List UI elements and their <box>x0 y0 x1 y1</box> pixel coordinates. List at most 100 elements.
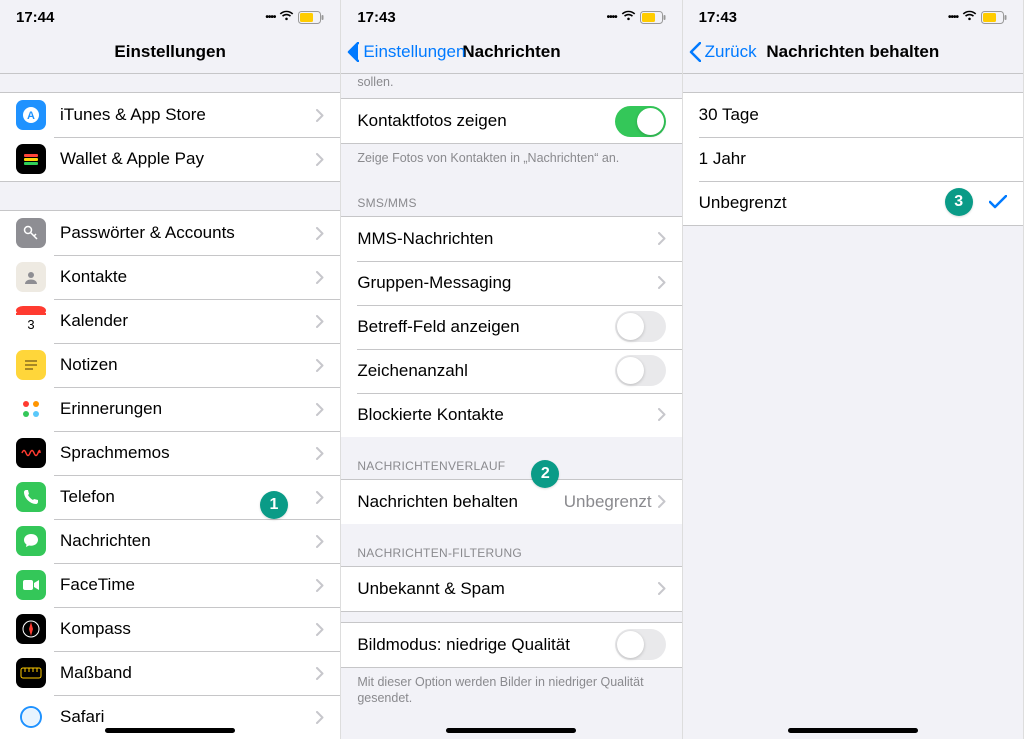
settings-row[interactable]: Gruppen-Messaging <box>341 261 681 305</box>
step-badge-3: 3 <box>945 188 973 216</box>
row-label: Wallet & Apple Pay <box>60 149 316 169</box>
nav-back-button[interactable]: Zurück <box>683 42 757 62</box>
row-label: Betreff-Feld anzeigen <box>357 317 614 337</box>
wifi-icon <box>621 9 636 26</box>
wallet-icon <box>16 144 46 174</box>
msg-icon <box>16 526 46 556</box>
chevron-right-icon <box>316 227 324 240</box>
settings-row[interactable]: MMS-Nachrichten <box>341 217 681 261</box>
group-footer: Zeige Fotos von Kontakten in „Nachrichte… <box>341 144 681 174</box>
row-label: Nachrichten behalten <box>357 492 563 512</box>
settings-row[interactable]: Wallet & Apple Pay <box>0 137 340 181</box>
signal-icon: •••• <box>265 12 275 23</box>
row-label: Bildmodus: niedrige Qualität <box>357 635 614 655</box>
settings-row[interactable]: Maßband <box>0 651 340 695</box>
notes-icon <box>16 350 46 380</box>
chevron-right-icon <box>658 582 666 595</box>
screen-settings-root: 17:44 •••• Einstellungen AiTunes & App S… <box>0 0 341 739</box>
wifi-icon <box>962 9 977 26</box>
measure-icon <box>16 658 46 688</box>
row-label: Passwörter & Accounts <box>60 223 316 243</box>
home-indicator[interactable] <box>788 728 918 733</box>
chevron-right-icon <box>658 276 666 289</box>
phone-icon <box>16 482 46 512</box>
toggle[interactable] <box>615 355 666 386</box>
row-label: Notizen <box>60 355 316 375</box>
ft-icon <box>16 570 46 600</box>
status-right: •••• <box>265 9 324 26</box>
home-indicator[interactable] <box>446 728 576 733</box>
option-row[interactable]: 30 Tage <box>683 93 1023 137</box>
settings-row[interactable]: Betreff-Feld anzeigen <box>341 305 681 349</box>
toggle-contact-photos[interactable] <box>615 106 666 137</box>
screen-messages-settings: 17:43 •••• Einstellungen Nachrichten sol… <box>341 0 682 739</box>
chevron-right-icon <box>316 579 324 592</box>
row-label: Sprachmemos <box>60 443 316 463</box>
settings-row[interactable]: Zeichenanzahl <box>341 349 681 393</box>
settings-row[interactable]: Notizen <box>0 343 340 387</box>
home-indicator[interactable] <box>105 728 235 733</box>
A-icon: A <box>16 100 46 130</box>
row-label: Gruppen-Messaging <box>357 273 657 293</box>
settings-row[interactable]: Kontakte <box>0 255 340 299</box>
chevron-right-icon <box>316 711 324 724</box>
settings-row[interactable]: AiTunes & App Store <box>0 93 340 137</box>
row-label: FaceTime <box>60 575 316 595</box>
settings-row[interactable]: FaceTime <box>0 563 340 607</box>
status-right: •••• <box>607 9 666 26</box>
truncated-footer: sollen. <box>341 74 681 98</box>
chevron-right-icon <box>316 491 324 504</box>
settings-row[interactable]: Passwörter & Accounts <box>0 211 340 255</box>
toggle[interactable] <box>615 311 666 342</box>
chevron-right-icon <box>316 315 324 328</box>
nav-bar: Zurück Nachrichten behalten <box>683 30 1023 74</box>
row-label: Kalender <box>60 311 316 331</box>
checkmark-icon <box>989 192 1007 215</box>
messages-settings-list[interactable]: sollen. Kontaktfotos zeigen Zeige Fotos … <box>341 74 681 739</box>
nav-title: Einstellungen <box>0 42 340 62</box>
row-low-quality-image[interactable]: Bildmodus: niedrige Qualität <box>341 623 681 667</box>
settings-row[interactable]: Blockierte Kontakte <box>341 393 681 437</box>
settings-row[interactable]: Nachrichten <box>0 519 340 563</box>
row-value: Unbegrenzt <box>564 492 652 512</box>
chevron-right-icon <box>658 408 666 421</box>
nav-back-label: Einstellungen <box>363 42 465 62</box>
battery-icon <box>298 11 324 24</box>
status-bar: 17:43 •••• <box>341 0 681 30</box>
signal-icon: •••• <box>948 12 958 23</box>
key-icon <box>16 218 46 248</box>
status-bar: 17:44 •••• <box>0 0 340 30</box>
row-unknown-spam[interactable]: Unbekannt & Spam <box>341 567 681 611</box>
status-time: 17:44 <box>16 9 54 26</box>
nav-bar: Einstellungen Nachrichten <box>341 30 681 74</box>
settings-row[interactable]: Sprachmemos <box>0 431 340 475</box>
option-row[interactable]: 1 Jahr <box>683 137 1023 181</box>
row-contact-photos[interactable]: Kontaktfotos zeigen <box>341 99 681 143</box>
row-label: Nachrichten <box>60 531 316 551</box>
cal-icon: 3 <box>16 306 46 336</box>
row-label: iTunes & App Store <box>60 105 316 125</box>
row-label: Kontaktfotos zeigen <box>357 111 614 131</box>
screen-keep-messages: 17:43 •••• Zurück Nachrichten behalten 3… <box>683 0 1024 739</box>
row-label: Kompass <box>60 619 316 639</box>
nav-back-button[interactable]: Einstellungen <box>341 42 465 62</box>
battery-icon <box>981 11 1007 24</box>
signal-icon: •••• <box>607 12 617 23</box>
row-label: Erinnerungen <box>60 399 316 419</box>
settings-list[interactable]: AiTunes & App Store Wallet & Apple Pay Pa… <box>0 74 340 739</box>
settings-row[interactable]: Kompass <box>0 607 340 651</box>
settings-row[interactable]: 3 Kalender <box>0 299 340 343</box>
group-header-filter: NACHRICHTEN-FILTERUNG <box>341 524 681 566</box>
chevron-right-icon <box>316 447 324 460</box>
status-right: •••• <box>948 9 1007 26</box>
settings-row[interactable]: Erinnerungen <box>0 387 340 431</box>
voice-icon <box>16 438 46 468</box>
keep-messages-list[interactable]: 30 Tage1 JahrUnbegrenzt <box>683 74 1023 739</box>
chevron-right-icon <box>316 109 324 122</box>
row-keep-messages[interactable]: Nachrichten behalten Unbegrenzt <box>341 480 681 524</box>
chevron-right-icon <box>316 271 324 284</box>
nav-bar: Einstellungen <box>0 30 340 74</box>
chevron-right-icon <box>316 535 324 548</box>
settings-row[interactable]: Telefon <box>0 475 340 519</box>
toggle-low-quality[interactable] <box>615 629 666 660</box>
